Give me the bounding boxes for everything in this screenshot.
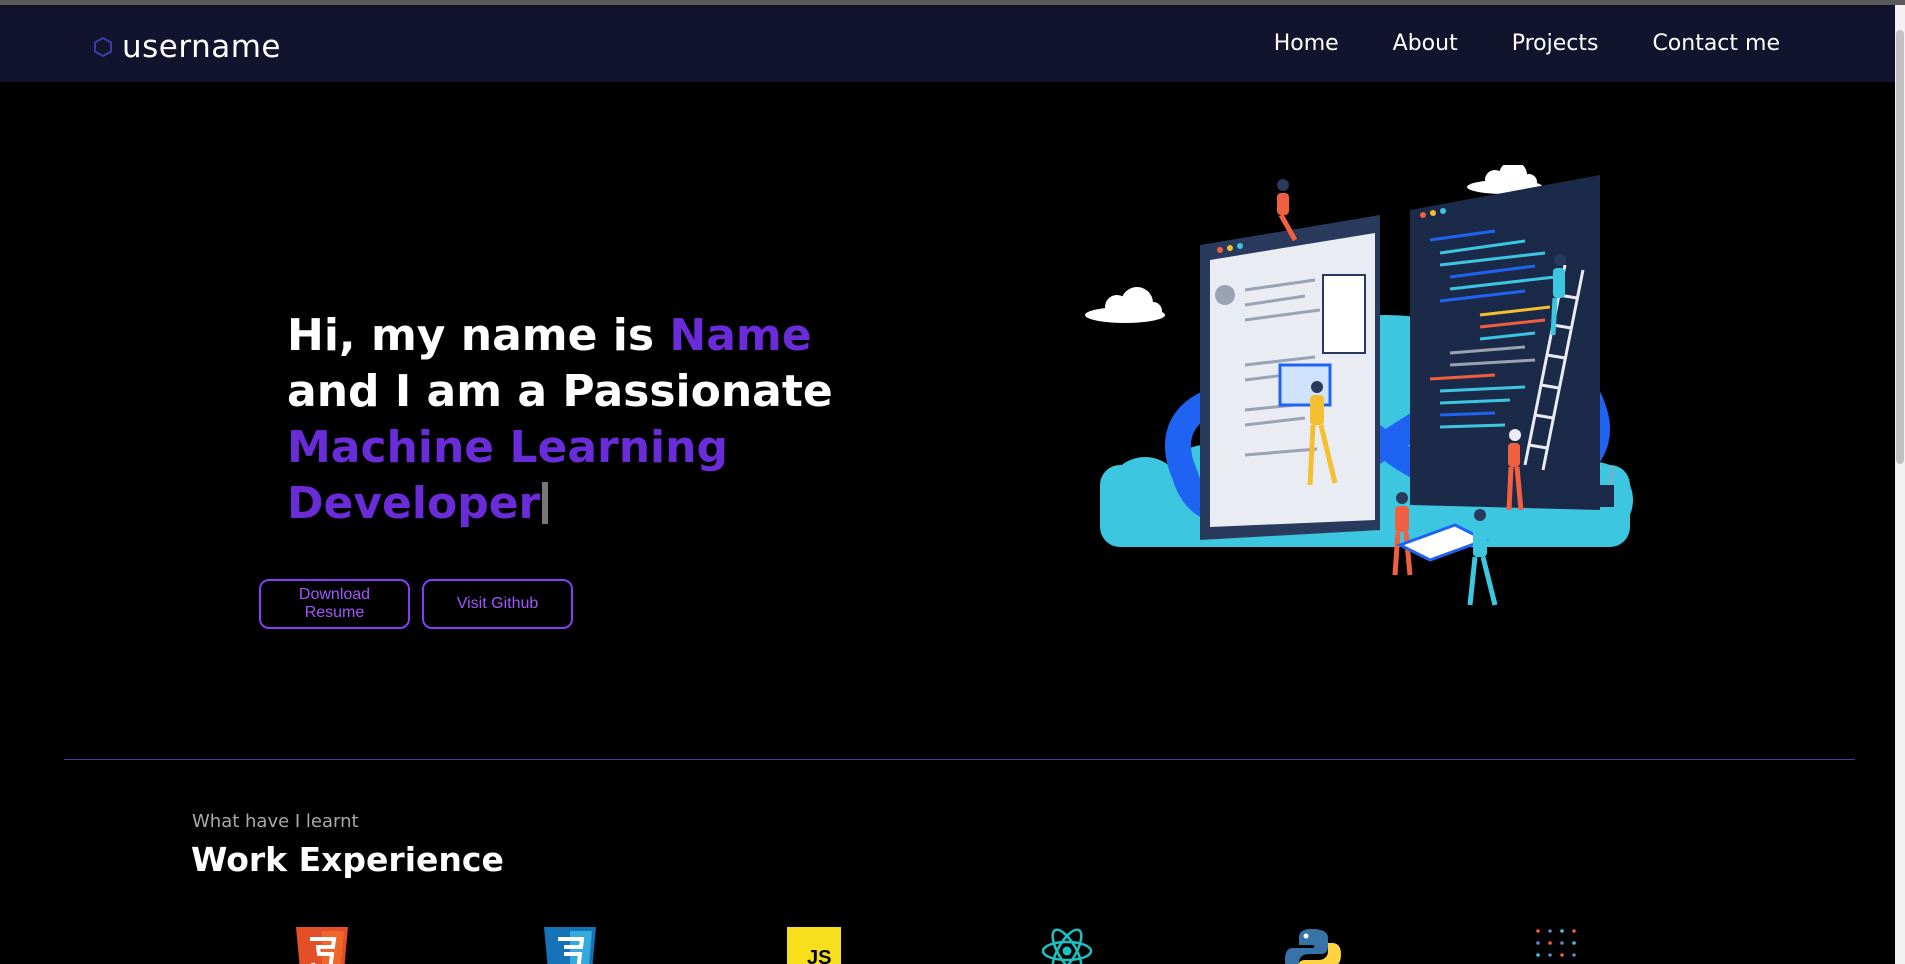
nav-about-link[interactable]: About	[1393, 31, 1458, 56]
code-editor-panel	[1410, 175, 1600, 510]
section-subtitle: What have I learnt	[192, 811, 359, 832]
javascript-icon: JS	[787, 927, 841, 964]
cloud-icon	[1085, 287, 1165, 323]
logo[interactable]: username	[92, 29, 281, 65]
page-scrollbar[interactable]	[1895, 5, 1905, 964]
hero-role-line-1: Machine Learning	[287, 422, 728, 473]
nav-projects-link[interactable]: Projects	[1512, 31, 1599, 56]
typing-cursor	[542, 482, 549, 524]
hero-developer-illustration	[1085, 165, 1633, 606]
dots-icon	[1536, 929, 1576, 957]
hero-intro-text: Hi, my name is	[287, 310, 670, 361]
technology-icons-row: JS	[0, 927, 1895, 964]
hero-passion-text: and I am a Passionate	[287, 366, 833, 417]
scrollbar-thumb[interactable]	[1896, 30, 1904, 464]
section-divider	[64, 759, 1855, 760]
hero-heading: Hi, my name is Name and I am a Passionat…	[287, 308, 847, 532]
hero-role-line-2: Developer	[287, 478, 541, 529]
section-title: Work Experience	[191, 840, 504, 879]
css3-icon	[544, 927, 596, 964]
react-icon	[1041, 928, 1093, 964]
download-resume-button[interactable]: Download Resume	[259, 579, 410, 629]
hero-name: Name	[669, 310, 812, 361]
html5-icon	[296, 927, 348, 964]
visit-github-button[interactable]: Visit Github	[422, 579, 573, 629]
nav-home-link[interactable]: Home	[1274, 31, 1339, 56]
logo-text: username	[122, 29, 281, 65]
javascript-label: JS	[807, 947, 831, 964]
navbar: username Home About Projects Contact me	[0, 5, 1895, 82]
nav-contact-link[interactable]: Contact me	[1652, 31, 1780, 56]
python-icon	[1285, 929, 1341, 964]
nav-links: Home About Projects Contact me	[1274, 31, 1780, 56]
document-panel	[1200, 215, 1380, 540]
hexagon-logo-icon	[94, 36, 112, 58]
